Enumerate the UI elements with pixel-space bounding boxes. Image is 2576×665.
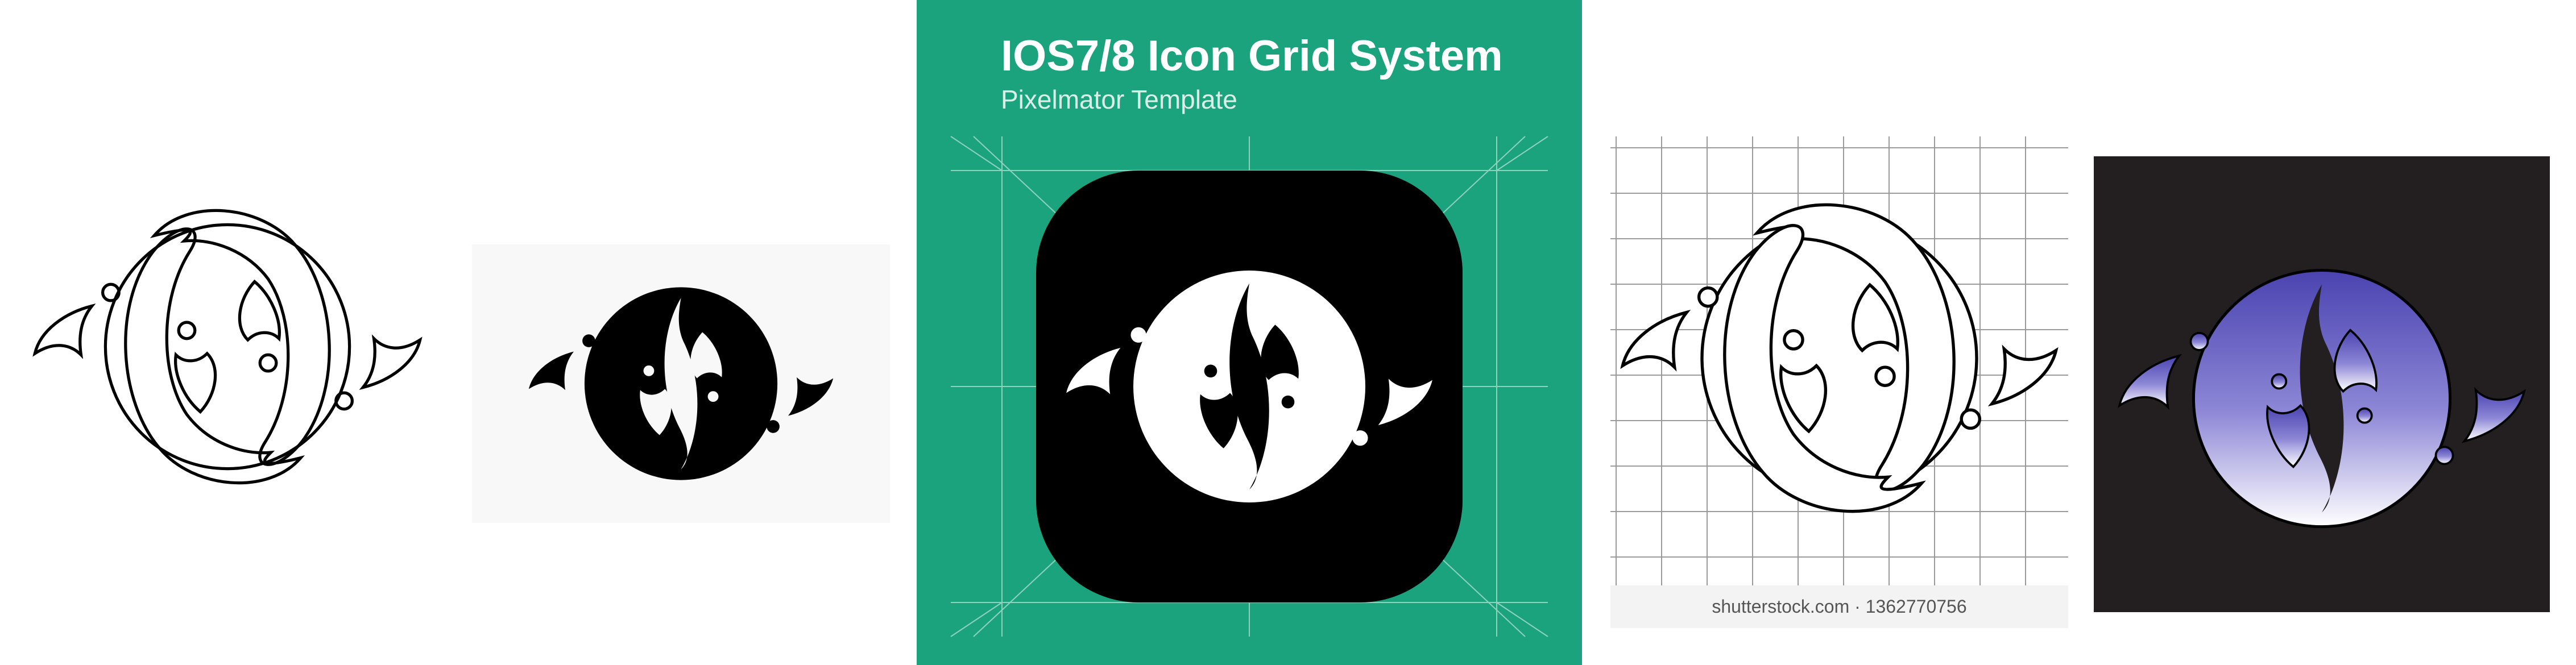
fish-circle-gradient-icon xyxy=(2118,268,2526,529)
fish-circle-filled-icon xyxy=(528,287,834,480)
gradient-icon-panel xyxy=(2094,156,2550,612)
filled-icon-panel xyxy=(472,244,890,523)
fish-circle-outline-icon xyxy=(0,171,455,523)
outline-icon-panel xyxy=(0,171,455,523)
fish-circle-app-icon xyxy=(1066,271,1432,502)
stock-watermark: shutterstock.com · 1362770756 xyxy=(1610,585,2068,628)
ios-icon-grid-template: IOS7/8 Icon Grid System Pixelmator Templ… xyxy=(917,0,1582,665)
grid-outline-panel: shutterstock.com · 1362770756 xyxy=(1610,136,2068,628)
fish-circle-grid-icon xyxy=(1610,159,2068,557)
